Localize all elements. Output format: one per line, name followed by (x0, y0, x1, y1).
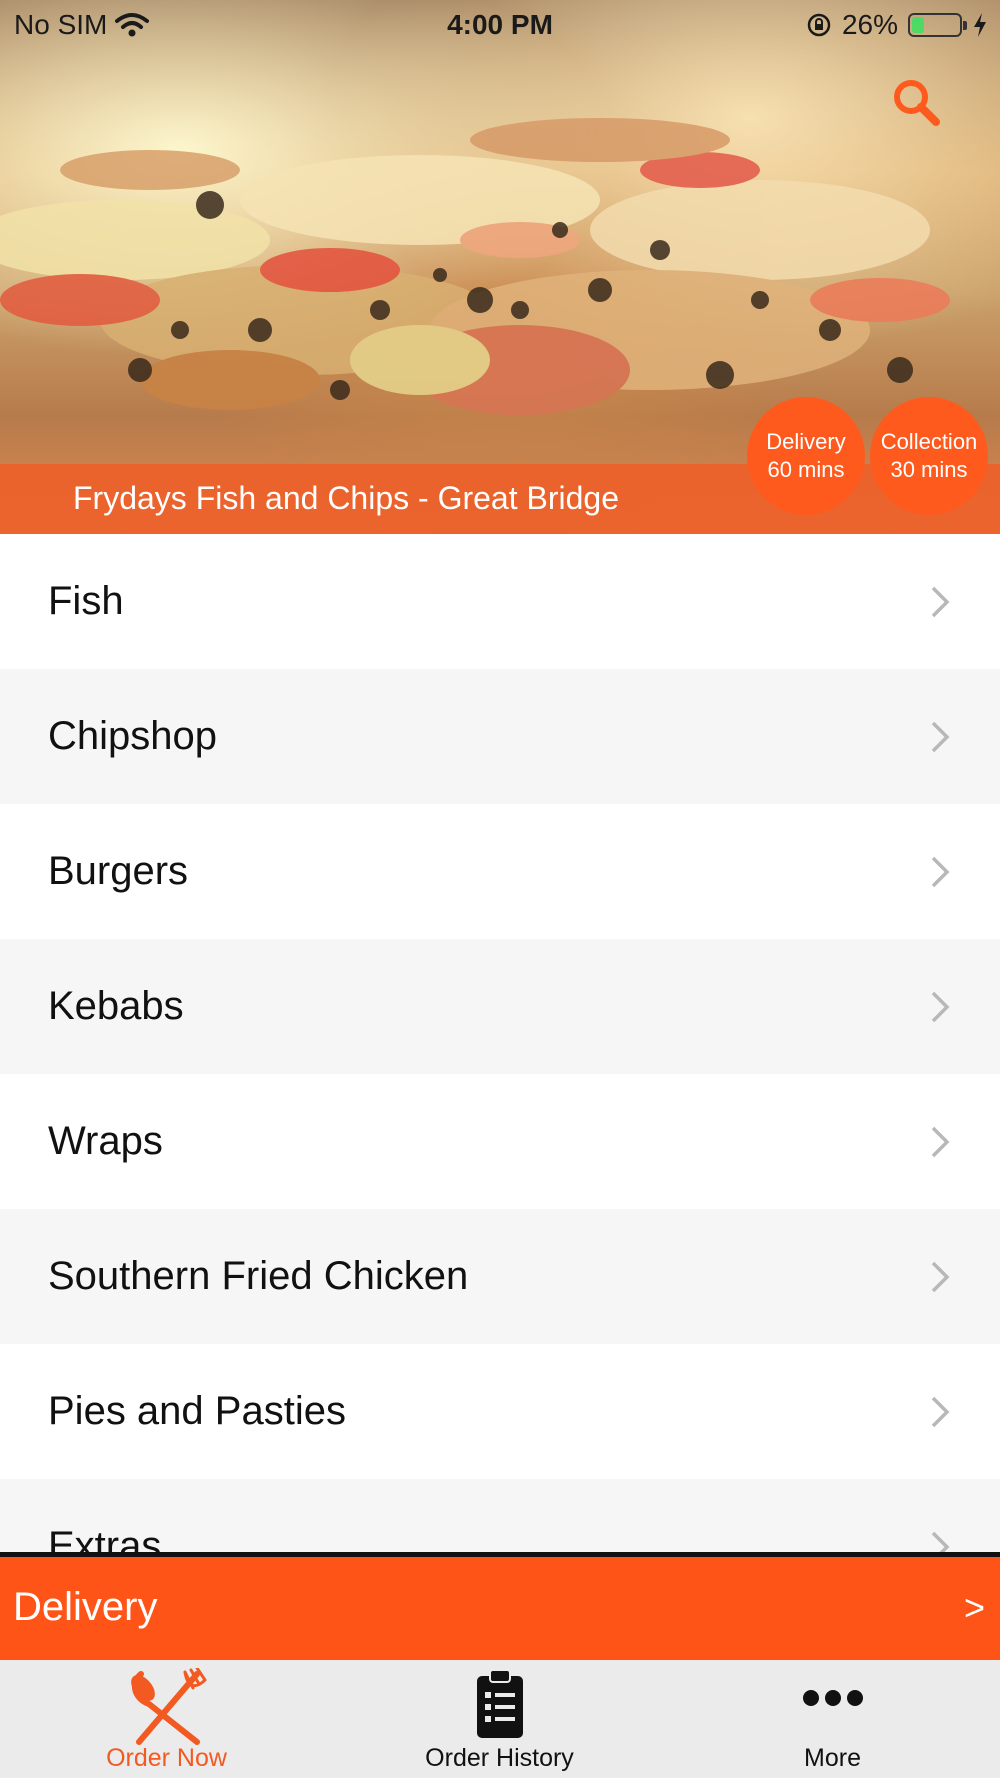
more-dots-icon (802, 1690, 863, 1706)
order-mode-bar[interactable]: Delivery > (0, 1557, 1000, 1660)
menu-item-pies-and-pasties[interactable]: Pies and Pasties (0, 1344, 1000, 1479)
menu-item-label: Fish (48, 579, 124, 623)
chevron-right-icon (931, 586, 950, 618)
clipboard-icon (476, 1669, 523, 1738)
order-mode-label: Delivery (13, 1585, 158, 1629)
menu-item-label: Kebabs (48, 984, 184, 1028)
status-bar: No SIM 4:00 PM 26% (0, 0, 1000, 50)
tab-order-now[interactable]: Order Now (0, 1660, 333, 1778)
collection-time-badge: Collection 30 mins (870, 397, 988, 515)
charging-icon (974, 13, 986, 37)
delivery-badge-label: Delivery (766, 429, 846, 454)
menu-item-fish[interactable]: Fish (0, 534, 1000, 669)
tab-bar: Order Now Order History More (0, 1660, 1000, 1778)
menu-category-list[interactable]: Fish Chipshop Burgers Kebabs Wraps South… (0, 534, 1000, 1552)
chevron-right-icon (931, 1396, 950, 1428)
chevron-right-icon (931, 1531, 950, 1552)
chevron-right-icon (931, 1261, 950, 1293)
battery-icon (908, 13, 967, 37)
menu-item-label: Burgers (48, 849, 189, 893)
tab-order-history-label: Order History (425, 1744, 574, 1772)
menu-item-southern-fried-chicken[interactable]: Southern Fried Chicken (0, 1209, 1000, 1344)
order-mode-arrow-icon: > (963, 1587, 985, 1628)
chevron-right-icon (931, 721, 950, 753)
fork-knife-icon (130, 1668, 206, 1745)
restaurant-name: Frydays Fish and Chips - Great Bridge (73, 480, 619, 516)
menu-item-label: Chipshop (48, 714, 218, 758)
collection-badge-label: Collection (880, 429, 978, 454)
search-button[interactable] (890, 76, 942, 128)
hero-banner: No SIM 4:00 PM 26% Frydays Fish and Chip… (0, 0, 1000, 534)
menu-item-label: Wraps (48, 1119, 163, 1163)
rotation-lock-icon (807, 13, 831, 37)
tab-order-now-label: Order Now (106, 1744, 227, 1772)
tab-order-history[interactable]: Order History (333, 1660, 666, 1778)
tab-more-label: More (804, 1744, 861, 1772)
menu-item-label: Extras (48, 1524, 162, 1552)
menu-item-extras[interactable]: Extras (0, 1479, 1000, 1552)
chevron-right-icon (931, 1126, 950, 1158)
battery-percent: 26% (841, 9, 898, 40)
menu-item-label: Southern Fried Chicken (48, 1254, 469, 1298)
delivery-time-badge: Delivery 60 mins (747, 397, 865, 515)
menu-item-burgers[interactable]: Burgers (0, 804, 1000, 939)
search-icon (894, 80, 940, 126)
menu-item-chipshop[interactable]: Chipshop (0, 669, 1000, 804)
tab-more[interactable]: More (666, 1660, 999, 1778)
collection-badge-time: 30 mins (890, 457, 968, 482)
menu-item-kebabs[interactable]: Kebabs (0, 939, 1000, 1074)
chevron-right-icon (931, 856, 950, 888)
menu-item-label: Pies and Pasties (48, 1389, 346, 1433)
chevron-right-icon (931, 991, 950, 1023)
menu-item-wraps[interactable]: Wraps (0, 1074, 1000, 1209)
delivery-badge-time: 60 mins (767, 457, 845, 482)
